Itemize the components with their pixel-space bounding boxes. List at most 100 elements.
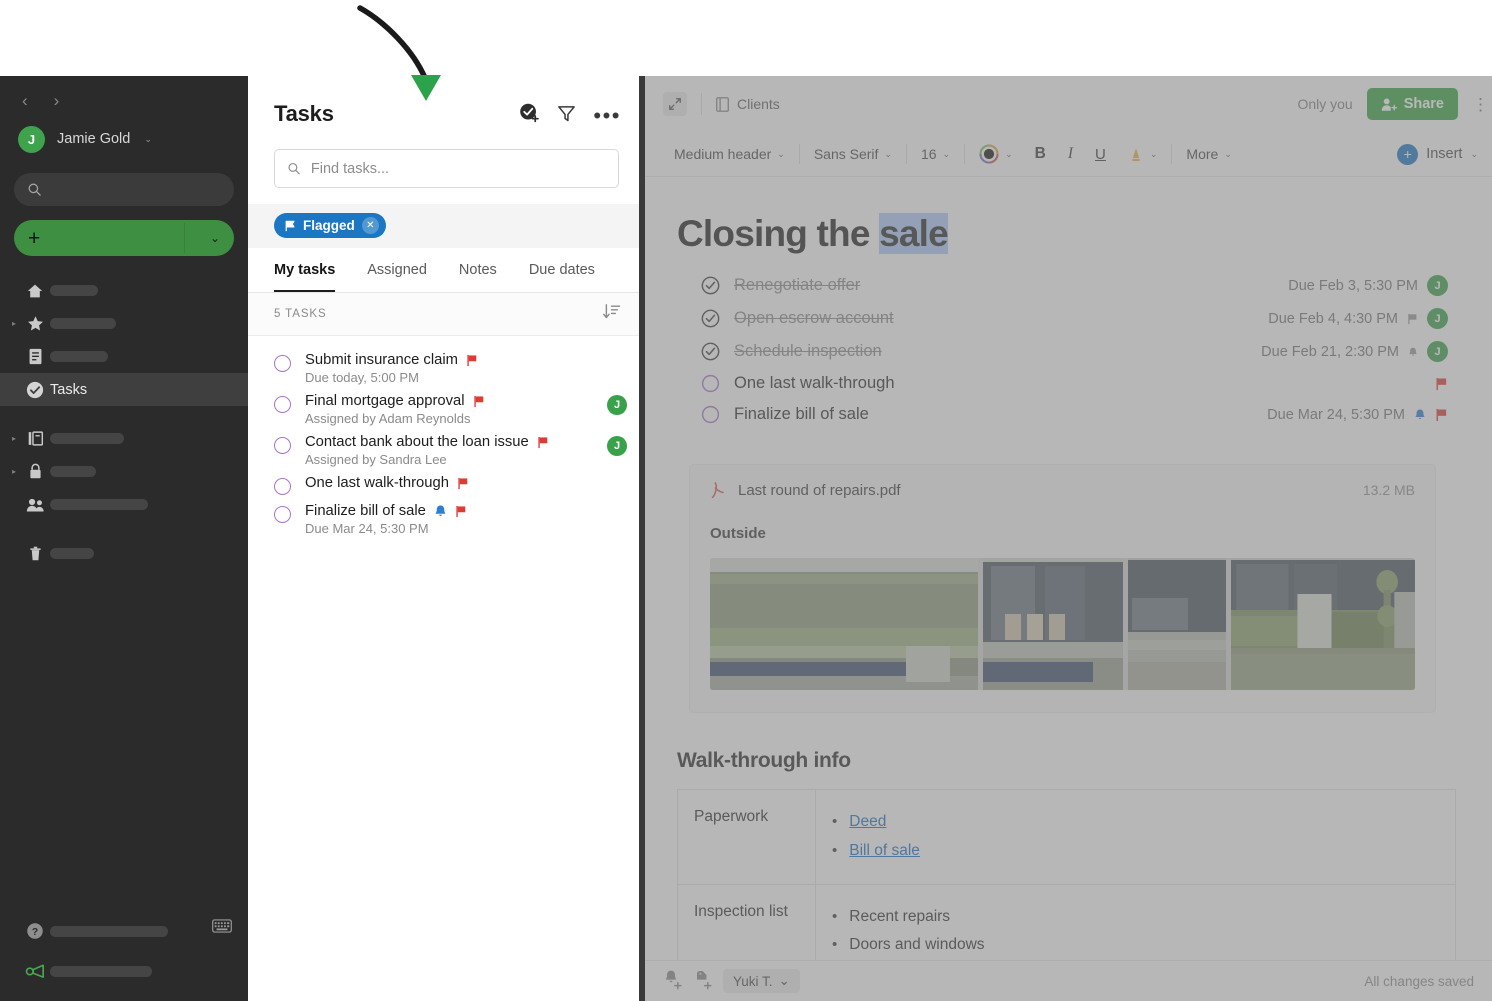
checklist-item[interactable]: Renegotiate offer Due Feb 3, 5:30 PM J [677,269,1448,302]
list-item[interactable]: Final mortgage approval Assigned by Adam… [248,389,645,430]
checked-circle-icon[interactable] [701,342,720,361]
tab-my-tasks[interactable]: My tasks [274,248,335,292]
add-tag-icon[interactable] [693,968,713,995]
font-family-dropdown[interactable]: Sans Serif ⌄ [803,146,903,162]
new-item-button[interactable]: + ⌄ [14,220,234,256]
task-subtitle: Due today, 5:00 PM [305,370,627,385]
add-reminder-icon[interactable] [663,968,683,995]
share-button[interactable]: Share [1367,88,1458,120]
close-icon[interactable]: ✕ [362,217,379,234]
sort-descending-icon[interactable] [602,302,621,326]
sidebar-item-notes[interactable] [0,340,248,373]
sidebar-item-home[interactable] [0,274,248,307]
photo-thumbnail[interactable] [1231,558,1415,690]
chevron-right-icon[interactable]: ▸ [8,467,20,476]
sidebar-footer: ? [0,911,248,1001]
sidebar-search-input[interactable] [14,173,234,206]
sidebar-item-whats-new[interactable] [0,951,248,991]
font-size-dropdown[interactable]: 16 ⌄ [910,146,961,162]
chevron-down-icon: ⌄ [779,973,790,989]
sidebar-item-help[interactable]: ? [0,911,248,951]
table-row[interactable]: Paperwork •Deed •Bill of sale [678,790,1456,885]
sidebar-item-locked[interactable]: ▸ [0,455,248,488]
attachment-block[interactable]: Last round of repairs.pdf 13.2 MB Outsid… [689,464,1436,713]
list-item[interactable]: Finalize bill of sale Due Mar 24, 5:30 P… [248,499,645,540]
highlight-icon [1128,146,1144,163]
task-checkbox[interactable] [274,355,291,372]
italic-button[interactable]: I [1057,145,1084,163]
flag-icon [284,220,296,232]
checked-circle-icon[interactable] [701,309,720,328]
list-item[interactable]: •Bill of sale [832,837,1437,866]
insert-button[interactable]: + Insert ⌄ [1397,144,1478,165]
document-title[interactable]: Closing the sale [677,213,1448,255]
photo-thumbnail[interactable] [1128,558,1226,690]
list-item[interactable]: •Deed [832,808,1437,837]
checklist-item[interactable]: Finalize bill of sale Due Mar 24, 5:30 P… [677,399,1448,430]
sidebar-item-trash[interactable] [0,537,248,570]
unchecked-circle-icon[interactable] [701,374,720,393]
save-status: All changes saved [1364,974,1474,989]
task-checkbox[interactable] [274,396,291,413]
lock-icon [20,463,50,480]
photo-thumbnail[interactable] [983,558,1123,690]
chevron-right-icon[interactable]: ▸ [8,434,20,443]
breadcrumb[interactable]: Clients [716,96,780,112]
task-checkbox[interactable] [274,437,291,454]
highlight-button[interactable]: ⌄ [1117,146,1169,163]
link-deed[interactable]: Deed [849,813,886,832]
task-checkbox[interactable] [274,478,291,495]
photo-thumbnail[interactable] [710,558,978,690]
forward-button[interactable]: › [54,92,60,109]
more-format-dropdown[interactable]: More ⌄ [1175,146,1242,162]
photo-strip[interactable] [710,558,1415,690]
trash-icon [20,545,50,562]
chevron-right-icon[interactable]: ▸ [8,319,20,328]
list-item[interactable]: Contact bank about the loan issue Assign… [248,430,645,471]
checklist-item[interactable]: Open escrow account Due Feb 4, 4:30 PM J [677,302,1448,335]
keyboard-icon[interactable] [212,919,232,938]
checklist-item[interactable]: One last walk-through [677,368,1448,399]
sidebar-item-contacts[interactable] [0,488,248,521]
text-color-picker[interactable]: ⌄ [968,144,1024,164]
more-options-icon[interactable]: ••• [593,112,621,120]
left-sidebar: ‹ › J Jamie Gold ⌄ + ⌄ [0,76,248,1001]
tab-notes[interactable]: Notes [459,248,497,292]
paragraph-style-dropdown[interactable]: Medium header ⌄ [663,146,796,162]
chevron-down-icon[interactable]: ⌄ [210,231,220,245]
tab-due-dates[interactable]: Due dates [529,248,595,292]
notes-icon [20,348,50,365]
list-item[interactable]: One last walk-through [248,471,645,499]
filter-icon[interactable] [557,104,576,128]
link-bill-of-sale[interactable]: Bill of sale [849,842,920,861]
bold-button[interactable]: B [1024,145,1057,163]
checklist-item[interactable]: Schedule inspection Due Feb 21, 2:30 PM … [677,335,1448,368]
task-checkbox[interactable] [274,506,291,523]
flag-icon [537,436,549,449]
sidebar-item-label [50,433,124,444]
document-checklist: Renegotiate offer Due Feb 3, 5:30 PM J O… [677,269,1448,430]
flag-icon [455,505,467,518]
task-search-field[interactable] [274,149,619,188]
sidebar-item-archive[interactable]: ▸ [0,422,248,455]
more-options-icon[interactable]: ⋮ [1472,102,1478,107]
checked-circle-icon[interactable] [701,276,720,295]
search-input[interactable] [311,161,606,177]
list-item[interactable]: Submit insurance claim Due today, 5:00 P… [248,348,645,389]
sidebar-item-tasks[interactable]: Tasks [0,373,248,406]
back-button[interactable]: ‹ [22,92,28,109]
collaborator-selector[interactable]: Yuki T. ⌄ [723,969,800,993]
sidebar-item-favorites[interactable]: ▸ [0,307,248,340]
filter-chip-flagged[interactable]: Flagged ✕ [274,213,386,238]
add-task-icon[interactable] [518,102,540,129]
tab-assigned[interactable]: Assigned [367,248,427,292]
avatar: J [607,436,627,456]
expand-icon[interactable] [663,92,687,116]
account-switcher[interactable]: J Jamie Gold ⌄ [0,113,248,157]
list-item[interactable]: •Recent repairs [832,903,1437,932]
list-item[interactable]: •Doors and windows [832,931,1437,960]
underline-button[interactable]: U [1084,146,1117,163]
unchecked-circle-icon[interactable] [701,405,720,424]
checklist-label: Schedule inspection [734,342,882,361]
chevron-down-icon: ⌄ [777,149,785,160]
